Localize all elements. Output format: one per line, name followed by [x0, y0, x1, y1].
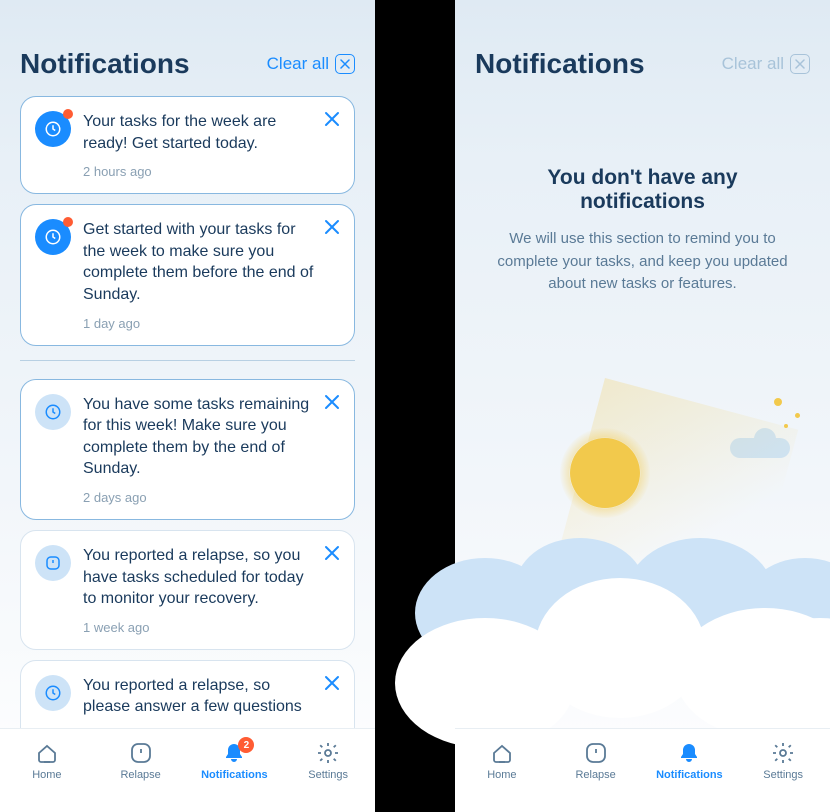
header: Notifications Clear all [0, 0, 375, 96]
clear-all-label: Clear all [267, 54, 329, 74]
unread-dot-icon [63, 217, 73, 227]
clock-icon [35, 394, 71, 430]
screen-notifications-empty: Notifications Clear all You don't have a… [455, 0, 830, 812]
notification-card[interactable]: Get started with your tasks for the week… [20, 204, 355, 345]
bell-icon [677, 741, 701, 765]
dismiss-button[interactable] [324, 675, 340, 694]
notification-card[interactable]: You have some tasks remaining for this w… [20, 379, 355, 520]
dismiss-button[interactable] [324, 219, 340, 238]
page-title: Notifications [475, 48, 645, 80]
card-body: Your tasks for the week are ready! Get s… [83, 111, 340, 179]
clock-icon [35, 219, 71, 255]
screen-notifications-list: Notifications Clear all Your tasks for t… [0, 0, 375, 812]
nav-label: Relapse [575, 769, 615, 781]
header: Notifications Clear all [455, 0, 830, 96]
page-title: Notifications [20, 48, 190, 80]
sparkle-icon [774, 398, 782, 406]
notification-time: 1 day ago [83, 316, 340, 331]
notification-time: 2 hours ago [83, 164, 340, 179]
sun-icon [570, 438, 640, 508]
nav-label: Notifications [201, 769, 268, 781]
bottom-navbar: Home Relapse Notifications Settings [455, 728, 830, 812]
nav-settings[interactable]: Settings [283, 741, 373, 781]
illustration [455, 348, 830, 728]
clear-all-label: Clear all [722, 54, 784, 74]
sparkle-icon [784, 424, 788, 428]
nav-label: Home [32, 769, 61, 781]
clear-icon [790, 54, 810, 74]
home-icon [490, 741, 514, 765]
cloud-icon [730, 438, 790, 458]
notification-text: You reported a relapse, so please answer… [83, 675, 340, 718]
card-body: You have some tasks remaining for this w… [83, 394, 340, 505]
nav-badge: 2 [238, 737, 254, 753]
sparkle-icon [795, 413, 800, 418]
relapse-icon [129, 741, 153, 765]
nav-label: Settings [308, 769, 348, 781]
nav-settings[interactable]: Settings [738, 741, 828, 781]
notification-list[interactable]: Your tasks for the week are ready! Get s… [0, 96, 375, 728]
sun-ray [558, 378, 798, 604]
bottom-navbar: Home Relapse 2 Notifications Settings [0, 728, 375, 812]
card-body: You reported a relapse, so you have task… [83, 545, 340, 635]
gear-icon [316, 741, 340, 765]
dismiss-button[interactable] [324, 111, 340, 130]
notification-text: You have some tasks remaining for this w… [83, 394, 340, 480]
notification-card[interactable]: Your tasks for the week are ready! Get s… [20, 96, 355, 194]
nav-label: Notifications [656, 769, 723, 781]
dismiss-button[interactable] [324, 545, 340, 564]
nav-notifications[interactable]: Notifications [644, 741, 734, 781]
clock-icon [35, 111, 71, 147]
notification-time: 1 week ago [83, 620, 340, 635]
clear-icon [335, 54, 355, 74]
nav-relapse[interactable]: Relapse [551, 741, 641, 781]
clouds-icon [415, 528, 830, 728]
nav-home[interactable]: Home [457, 741, 547, 781]
nav-home[interactable]: Home [2, 741, 92, 781]
clear-all-button[interactable]: Clear all [267, 54, 355, 74]
nav-relapse[interactable]: Relapse [96, 741, 186, 781]
divider [20, 360, 355, 361]
notification-text: Get started with your tasks for the week… [83, 219, 340, 305]
home-icon [35, 741, 59, 765]
notification-text: Your tasks for the week are ready! Get s… [83, 111, 340, 154]
unread-dot-icon [63, 109, 73, 119]
notification-card[interactable]: You reported a relapse, so please answer… [20, 660, 355, 728]
nav-label: Settings [763, 769, 803, 781]
empty-desc: We will use this section to remind you t… [483, 228, 802, 296]
notification-text: You reported a relapse, so you have task… [83, 545, 340, 610]
relapse-icon [584, 741, 608, 765]
nav-label: Relapse [120, 769, 160, 781]
card-body: Get started with your tasks for the week… [83, 219, 340, 330]
notification-time: 2 days ago [83, 490, 340, 505]
nav-notifications[interactable]: 2 Notifications [189, 741, 279, 781]
alert-icon [35, 545, 71, 581]
dismiss-button[interactable] [324, 394, 340, 413]
empty-state: You don't have any notifications We will… [455, 96, 830, 728]
card-body: You reported a relapse, so please answer… [83, 675, 340, 728]
notification-card[interactable]: You reported a relapse, so you have task… [20, 530, 355, 650]
screen-gap [375, 0, 455, 812]
nav-label: Home [487, 769, 516, 781]
gear-icon [771, 741, 795, 765]
empty-title: You don't have any notifications [483, 166, 802, 214]
clear-all-button: Clear all [722, 54, 810, 74]
clock-icon [35, 675, 71, 711]
